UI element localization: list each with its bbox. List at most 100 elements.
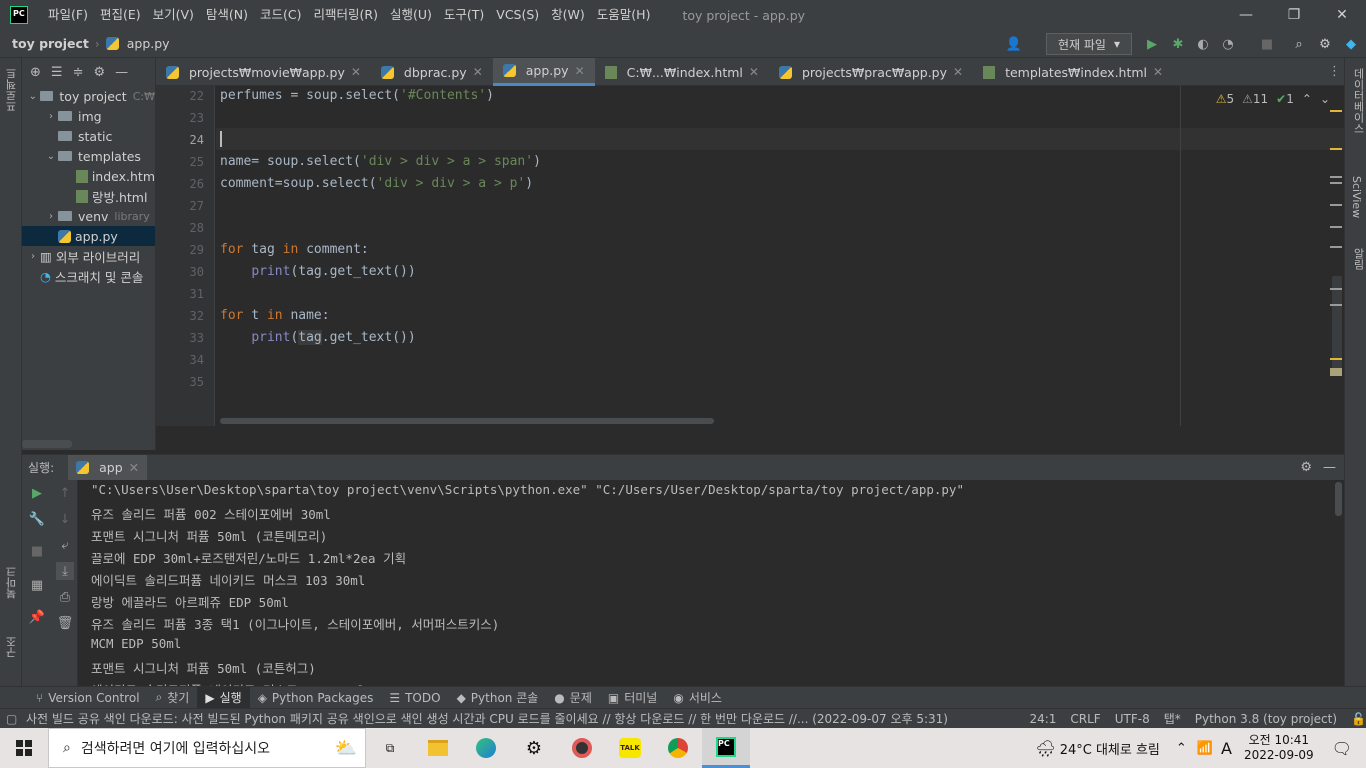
run-settings-gear-icon[interactable]: ⚙ — [1300, 460, 1312, 475]
tool-tab[interactable]: ◉ 서비스 — [665, 687, 730, 709]
settings-app-icon[interactable]: ⚙ — [510, 728, 558, 768]
options-gear-icon[interactable]: ⚙ — [93, 65, 105, 80]
menu-item[interactable]: 창(W) — [545, 0, 591, 30]
chrome-icon[interactable] — [654, 728, 702, 768]
clock[interactable]: 오전 10:41 2022-09-09 — [1244, 733, 1314, 763]
run-tab-app[interactable]: app ✕ — [68, 454, 148, 481]
menu-item[interactable]: 편집(E) — [94, 0, 147, 30]
tree-item[interactable]: static — [22, 126, 155, 146]
task-view-icon[interactable]: ⧉ — [366, 728, 414, 768]
previous-highlight-icon[interactable]: ⌃ — [1302, 92, 1312, 106]
tool-tab[interactable]: ▣ 터미널 — [600, 687, 665, 709]
editor-tab[interactable]: C:₩...₩index.html ✕ — [595, 58, 769, 86]
tree-item[interactable]: ⌄ templates — [22, 146, 155, 166]
tree-item[interactable]: ⌄ toy project C:₩ — [22, 86, 155, 106]
breadcrumb-file[interactable]: app.py — [105, 36, 170, 51]
close-tab-icon[interactable]: ✕ — [575, 64, 585, 78]
menu-item[interactable]: 리팩터링(R) — [308, 0, 384, 30]
locate-icon[interactable]: ⊕ — [30, 65, 41, 80]
notifications-tool-label[interactable]: 알림 — [1350, 248, 1366, 270]
tool-tab[interactable]: ◆ Python 콘솔 — [449, 687, 547, 709]
close-tab-icon[interactable]: ✕ — [473, 65, 483, 79]
restore-icon[interactable]: ❐ — [1270, 0, 1318, 30]
tool-tab[interactable]: ◈ Python Packages — [250, 687, 382, 709]
edge-browser-icon[interactable] — [462, 728, 510, 768]
file-explorer-icon[interactable] — [414, 728, 462, 768]
close-tab-icon[interactable]: ✕ — [1153, 65, 1163, 79]
windows-start-icon[interactable] — [0, 728, 48, 768]
editor-tab[interactable]: projects₩prac₩app.py ✕ — [769, 58, 973, 86]
status-message[interactable]: 사전 빌드 공유 색인 다운로드: 사전 빌드된 Python 패키지 공유 색… — [26, 710, 1015, 727]
scroll-up-icon[interactable]: ↑ — [56, 484, 74, 502]
menu-item[interactable]: 파일(F) — [42, 0, 94, 30]
tree-item[interactable]: › img — [22, 106, 155, 126]
scroll-to-end-icon[interactable]: ⤓ — [56, 562, 74, 580]
more-tabs-icon[interactable]: ⋮ — [1328, 64, 1341, 79]
menu-item[interactable]: 탐색(N) — [200, 0, 254, 30]
tool-tab[interactable]: ▶ 실행 — [197, 686, 250, 709]
next-highlight-icon[interactable]: ⌄ — [1320, 92, 1330, 106]
line-separator[interactable]: CRLF — [1070, 712, 1100, 726]
tree-item[interactable]: index.htm — [22, 166, 155, 186]
menu-item[interactable]: 실행(U) — [384, 0, 438, 30]
tool-tab[interactable]: ⌕ 찾기 — [148, 687, 198, 709]
settings-gear-icon[interactable]: ⚙ — [1316, 35, 1334, 53]
ime-indicator[interactable]: A — [1221, 739, 1232, 758]
menu-item[interactable]: VCS(S) — [490, 0, 545, 30]
stop-icon[interactable]: ■ — [1258, 35, 1276, 53]
tool-tab[interactable]: ● 문제 — [546, 687, 600, 709]
lock-icon[interactable]: 🔓 — [1351, 712, 1366, 726]
media-player-icon[interactable] — [558, 728, 606, 768]
console-scrollbar[interactable] — [1335, 482, 1342, 516]
bookmarks-tool-label[interactable]: 북마크 — [4, 566, 20, 599]
code-editor[interactable]: 22 23 24 25 26 27 28 29 30 31 32 33 34 35 perfumes = … — [156, 86, 1344, 426]
editor-tab[interactable]: dbprac.py ✕ — [371, 58, 493, 86]
tool-tab[interactable]: ⑂ Version Control — [28, 687, 148, 709]
layout-icon[interactable]: ▦ — [28, 576, 46, 594]
menu-item[interactable]: 도구(T) — [438, 0, 490, 30]
database-tool-label[interactable]: 데이터베이스 — [1350, 68, 1366, 134]
wrench-icon[interactable]: 🔧 — [28, 510, 46, 528]
stop-run-icon[interactable]: ■ — [28, 542, 46, 560]
minimize-icon[interactable]: — — [1222, 0, 1270, 30]
tree-item[interactable]: ◔ 스크래치 및 콘솔 — [22, 266, 155, 286]
editor-tab[interactable]: projects₩movie₩app.py ✕ — [156, 58, 371, 86]
chevron-down-icon[interactable]: ⌄ — [26, 91, 40, 102]
chevron-right-icon[interactable]: › — [44, 211, 58, 222]
jetbrains-icon[interactable]: ◆ — [1342, 35, 1360, 53]
menu-item[interactable]: 도움말(H) — [591, 0, 657, 30]
status-toggle-icon[interactable]: ▢ — [6, 712, 17, 726]
network-icon[interactable]: 📶 — [1197, 741, 1213, 756]
search-icon[interactable]: ⌕ — [1290, 35, 1308, 53]
expand-all-icon[interactable]: ☰ — [51, 65, 63, 80]
run-icon[interactable]: ▶ — [1143, 35, 1161, 53]
soft-wrap-icon[interactable]: ⤶ — [56, 536, 74, 554]
hide-panel-icon[interactable]: — — [115, 65, 128, 80]
editor-tab[interactable]: templates₩index.html ✕ — [973, 58, 1173, 86]
coverage-icon[interactable]: ◐ — [1194, 35, 1212, 53]
profile-icon[interactable]: ◔ — [1219, 35, 1237, 53]
collapse-all-icon[interactable]: ≑ — [73, 65, 84, 80]
close-icon[interactable]: ✕ — [1318, 0, 1366, 30]
tool-tab[interactable]: ☰ TODO — [381, 687, 448, 709]
sciview-tool-label[interactable]: SciView — [1350, 176, 1363, 218]
rerun-icon[interactable]: ▶ — [28, 484, 46, 502]
python-interpreter[interactable]: Python 3.8 (toy project) — [1195, 712, 1337, 726]
tray-chevron-icon[interactable]: ⌃ — [1176, 741, 1187, 756]
project-tool-label[interactable]: 프로젝트 — [4, 68, 20, 112]
file-encoding[interactable]: UTF-8 — [1115, 712, 1150, 726]
indent-setting[interactable]: 탭* — [1164, 710, 1181, 727]
error-stripe[interactable] — [1330, 86, 1344, 426]
tree-horizontal-scrollbar[interactable] — [22, 440, 72, 448]
inspection-widget[interactable]: ⚠5 ⚠11 ✔1 ⌃ ⌄ — [1216, 92, 1330, 106]
editor-horizontal-scrollbar[interactable] — [220, 418, 714, 424]
weather-text[interactable]: 24°C 대체로 흐림 — [1060, 739, 1160, 758]
menu-item[interactable]: 코드(C) — [254, 0, 307, 30]
pycharm-taskbar-icon[interactable]: PC — [702, 728, 750, 768]
taskbar-search-box[interactable]: ⌕ 검색하려면 여기에 입력하십시오 ⛅ — [48, 728, 366, 768]
pin-icon[interactable]: 📌 — [28, 608, 46, 626]
close-tab-icon[interactable]: ✕ — [749, 65, 759, 79]
run-console[interactable]: "C:\Users\User\Desktop\sparta\toy projec… — [78, 480, 1344, 686]
trash-icon[interactable]: 🗑 — [56, 614, 74, 632]
hide-run-panel-icon[interactable]: — — [1323, 460, 1336, 475]
